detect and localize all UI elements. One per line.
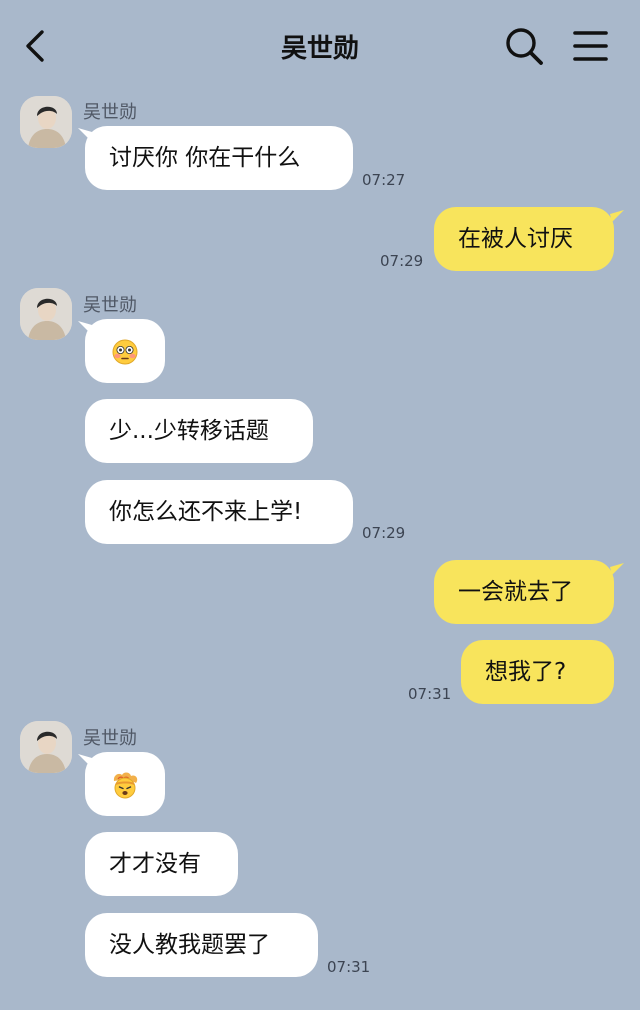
menu-icon	[573, 31, 608, 61]
message-bubble[interactable]: 讨厌你 你在干什么	[85, 126, 353, 190]
search-icon	[506, 28, 543, 65]
message-bubble[interactable]: 没人教我题罢了	[85, 913, 318, 977]
flushed-face-emoji	[112, 339, 138, 364]
message-bubble[interactable]: 一会就去了	[434, 560, 614, 624]
chat-header: 吴世勋	[0, 0, 640, 92]
message-time: 07:31	[408, 685, 452, 703]
message-time: 07:27	[362, 171, 406, 189]
exploding-head-emoji	[113, 771, 138, 798]
search-button[interactable]	[500, 24, 548, 68]
message-bubble[interactable]: 少...少转移话题	[85, 399, 313, 463]
message-time: 07:31	[327, 958, 371, 976]
message-time: 07:29	[380, 252, 424, 270]
message-time: 07:29	[362, 524, 406, 542]
sender-name: 吴世勋	[83, 728, 137, 749]
emoji-message-bubble[interactable]	[85, 752, 165, 816]
emoji-message-bubble[interactable]	[85, 319, 165, 383]
menu-button[interactable]	[568, 24, 616, 68]
contact-avatar[interactable]	[20, 288, 72, 340]
message-bubble[interactable]: 你怎么还不来上学!	[85, 480, 353, 544]
message-bubble[interactable]: 想我了?	[461, 640, 614, 704]
sender-name: 吴世勋	[83, 295, 137, 316]
message-bubble[interactable]: 才才没有	[85, 832, 238, 896]
message-bubble[interactable]: 在被人讨厌	[434, 207, 614, 271]
contact-avatar[interactable]	[20, 96, 72, 148]
contact-avatar[interactable]	[20, 721, 72, 773]
sender-name: 吴世勋	[83, 102, 137, 123]
